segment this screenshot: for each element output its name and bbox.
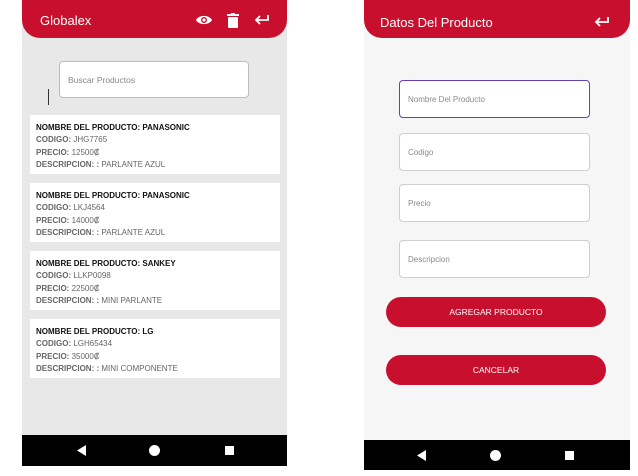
- product-code-row: CODIGO: LKJ4564: [36, 203, 105, 213]
- product-desc-row: DESCRIPCION: : PARLANTE AZUL: [36, 159, 166, 169]
- product-desc-row: DESCRIPCION: : MINI COMPONENTE: [36, 363, 178, 373]
- product-code-input[interactable]: [400, 134, 589, 170]
- product-price: 35000₡: [71, 351, 100, 361]
- product-name-row: NOMBRE DEL PRODUCTO: PANASONIC: [36, 123, 190, 132]
- product-price-row: PRECIO: 14000₡: [36, 215, 100, 225]
- nav-home-icon[interactable]: [148, 444, 161, 457]
- nav-home-icon[interactable]: [489, 449, 502, 462]
- product-price-field[interactable]: [399, 184, 590, 222]
- system-nav-bar: [22, 435, 287, 466]
- product-name-field[interactable]: [399, 80, 590, 118]
- product-desc-row: DESCRIPCION: : PARLANTE AZUL: [36, 227, 166, 237]
- product-card[interactable]: NOMBRE DEL PRODUCTO: SANKEY CODIGO: LLKP…: [30, 251, 280, 310]
- product-price-input[interactable]: [400, 185, 589, 221]
- product-card[interactable]: NOMBRE DEL PRODUCTO: PANASONIC CODIGO: J…: [30, 115, 280, 174]
- product-form-screen: Datos Del Producto AGREGAR PRODUCTO CANC…: [364, 0, 630, 470]
- product-description: MINI PARLANTE: [101, 295, 163, 305]
- product-description: MINI COMPONENTE: [101, 363, 178, 373]
- search-input[interactable]: [60, 62, 248, 97]
- product-price-row: PRECIO: 22500₡: [36, 283, 100, 293]
- product-card[interactable]: NOMBRE DEL PRODUCTO: LG CODIGO: LGH65434…: [30, 319, 280, 378]
- product-price: 12500₡: [71, 147, 100, 157]
- product-price: 22500₡: [71, 283, 100, 293]
- product-name: PANASONIC: [142, 123, 190, 132]
- product-description-field[interactable]: [399, 240, 590, 278]
- product-price-row: PRECIO: 12500₡: [36, 147, 100, 157]
- product-code-field[interactable]: [399, 133, 590, 171]
- product-code: JHG7765: [73, 135, 108, 145]
- back-arrow-icon[interactable]: [593, 13, 611, 31]
- trash-icon[interactable]: [224, 11, 242, 29]
- product-name-row: NOMBRE DEL PRODUCTO: SANKEY: [36, 259, 176, 268]
- nav-back-icon[interactable]: [415, 449, 428, 462]
- product-card[interactable]: NOMBRE DEL PRODUCTO: PANASONIC CODIGO: L…: [30, 183, 280, 242]
- product-price: 14000₡: [71, 215, 100, 225]
- system-nav-bar: [364, 440, 630, 470]
- product-code: LKJ4564: [73, 203, 105, 213]
- product-description: PARLANTE AZUL: [101, 227, 166, 237]
- cancel-button[interactable]: CANCELAR: [386, 355, 606, 385]
- product-description: PARLANTE AZUL: [101, 159, 166, 169]
- product-name-row: NOMBRE DEL PRODUCTO: PANASONIC: [36, 191, 190, 200]
- product-name: SANKEY: [142, 259, 176, 268]
- product-name: LG: [142, 327, 154, 336]
- eye-icon[interactable]: [195, 11, 213, 29]
- product-description-input[interactable]: [400, 241, 589, 277]
- product-code-row: CODIGO: JHG7765: [36, 135, 108, 145]
- back-arrow-icon[interactable]: [253, 11, 271, 29]
- app-bar: Datos Del Producto: [364, 0, 630, 38]
- text-cursor: [48, 89, 49, 105]
- product-price-row: PRECIO: 35000₡: [36, 351, 100, 361]
- app-title: Globalex: [40, 13, 92, 28]
- nav-back-icon[interactable]: [75, 444, 88, 457]
- add-product-button[interactable]: AGREGAR PRODUCTO: [386, 297, 606, 327]
- product-name-input[interactable]: [400, 81, 589, 117]
- product-code: LGH65434: [73, 339, 113, 349]
- screen-title: Datos Del Producto: [380, 15, 493, 30]
- product-code-row: CODIGO: LGH65434: [36, 339, 113, 349]
- app-bar: Globalex: [22, 0, 287, 38]
- search-field[interactable]: [59, 61, 249, 98]
- product-desc-row: DESCRIPCION: : MINI PARLANTE: [36, 295, 163, 305]
- product-list-screen: Globalex NOMBRE DEL PRODUCTO: PANASONIC …: [22, 0, 287, 466]
- nav-recents-icon[interactable]: [223, 444, 236, 457]
- product-code-row: CODIGO: LLKP0098: [36, 271, 111, 281]
- product-name: PANASONIC: [142, 191, 190, 200]
- product-name-row: NOMBRE DEL PRODUCTO: LG: [36, 327, 154, 336]
- nav-recents-icon[interactable]: [563, 449, 576, 462]
- product-code: LLKP0098: [73, 271, 111, 281]
